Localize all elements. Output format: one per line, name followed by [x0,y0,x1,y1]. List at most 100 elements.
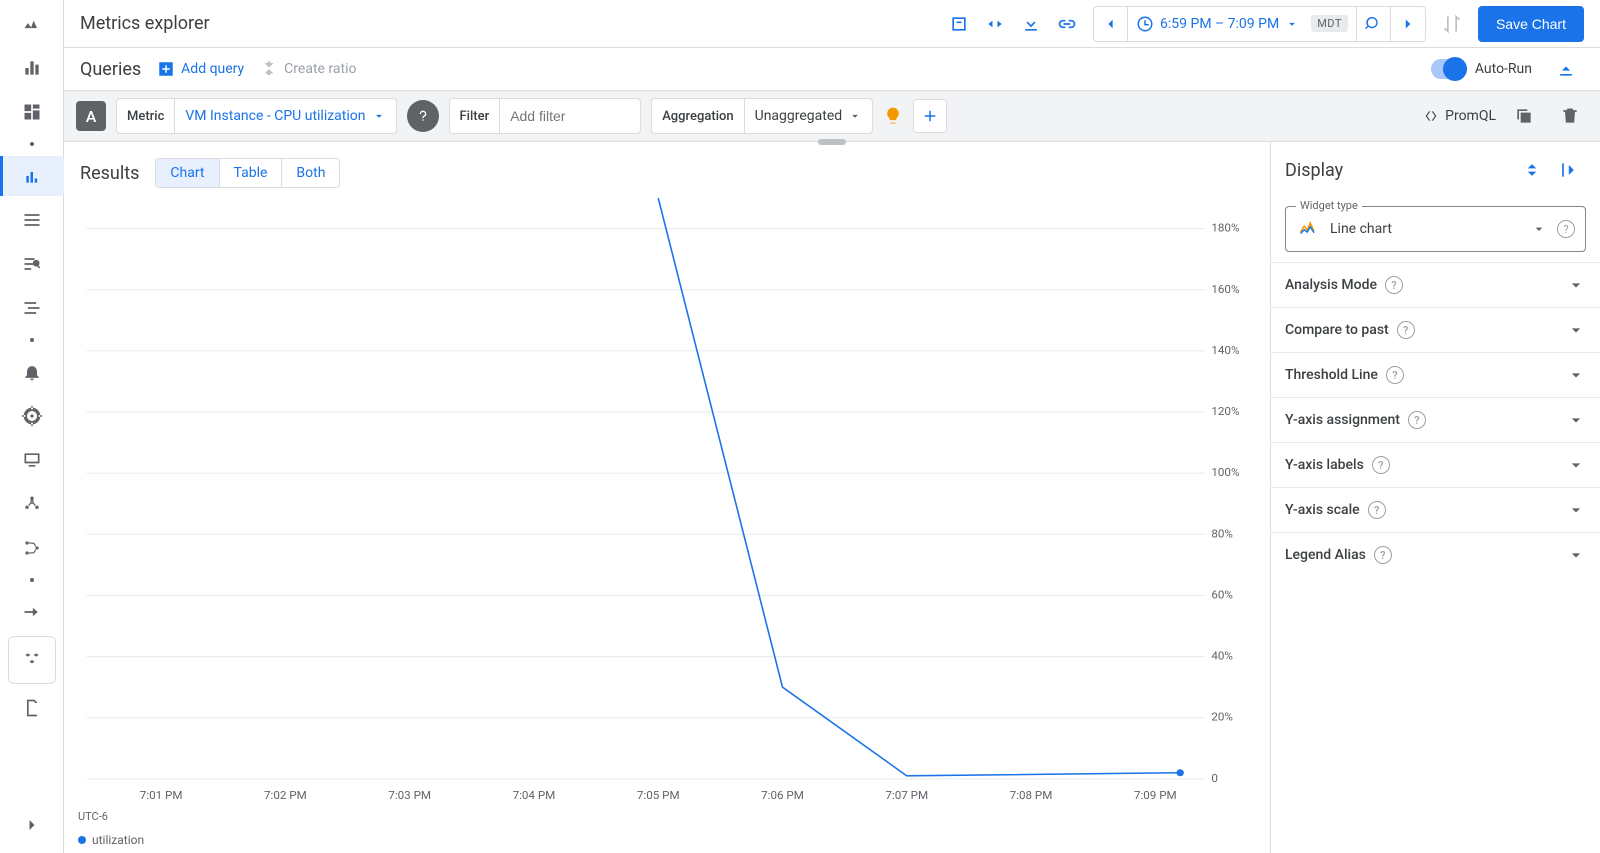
display-panel: Display Widget type Line chart ? Analysi… [1270,142,1600,853]
queries-title: Queries [80,59,141,80]
rail-item-monitoring[interactable] [8,4,56,44]
chevron-left-icon [1102,15,1119,33]
auto-run-switch[interactable] [1431,59,1467,79]
dropdown-caret-icon [372,109,386,123]
svg-text:7:03 PM: 7:03 PM [388,788,431,802]
time-range-value-button[interactable]: 6:59 PM – 7:09 PM MDT [1128,7,1357,41]
section-yaxis-assignment[interactable]: Y-axis assignment ? [1271,397,1600,442]
time-range-prev-button[interactable] [1094,7,1128,41]
section-legend-alias[interactable]: Legend Alias ? [1271,532,1600,577]
filter-input[interactable] [500,99,640,133]
rail-item-log-analytics[interactable] [8,244,56,284]
aggregation-field-label: Aggregation [652,99,744,133]
code-button[interactable] [977,6,1013,42]
svg-text:60%: 60% [1211,588,1233,602]
section-analysis-mode[interactable]: Analysis Mode ? [1271,262,1600,307]
add-query-label: Add query [181,61,244,77]
rail-item-dashboards[interactable] [8,92,56,132]
compare-disabled-button[interactable] [1434,6,1470,42]
question-icon [415,108,431,124]
monitor-icon [22,450,42,470]
widget-type-select[interactable]: Widget type Line chart ? [1285,206,1586,252]
collapse-queries-button[interactable] [1548,51,1584,87]
rail-expand-button[interactable] [8,805,56,845]
rail-item-overview[interactable] [8,48,56,88]
section-yaxis-scale[interactable]: Y-axis scale ? [1271,487,1600,532]
link-icon [1057,14,1077,34]
aggregation-value-button[interactable]: Unaggregated [745,108,873,124]
help-icon[interactable]: ? [1368,501,1386,519]
chevron-down-icon [1566,410,1586,430]
download-icon [1021,14,1041,34]
aggregation-hint-button[interactable] [883,106,903,126]
bell-icon [22,362,42,382]
plus-box-icon [157,60,175,78]
delete-query-button[interactable] [1552,98,1588,134]
code-icon [985,14,1005,34]
duplicate-query-button[interactable] [1506,98,1542,134]
svg-text:80%: 80% [1211,527,1233,541]
filter-field-label: Filter [450,99,501,133]
create-ratio-label: Create ratio [284,61,356,77]
help-icon[interactable]: ? [1372,456,1390,474]
create-ratio-button[interactable]: Create ratio [260,60,356,78]
rail-item-slo[interactable] [8,528,56,568]
display-collapse-button[interactable] [1550,152,1586,188]
rail-item-metrics-explorer[interactable] [0,156,64,196]
tab-table[interactable]: Table [220,159,283,187]
chevron-down-icon [1566,455,1586,475]
section-threshold[interactable]: Threshold Line ? [1271,352,1600,397]
metric-value-text: VM Instance - CPU utilization [185,108,365,124]
aggregation-value-text: Unaggregated [755,108,843,124]
queries-bar: Queries Add query Create ratio Auto-Run [64,48,1600,90]
help-icon[interactable]: ? [1374,546,1392,564]
chart-plot[interactable]: 020%40%60%80%100%120%140%160%180%7:01 PM… [76,192,1260,805]
rail-item-groups[interactable] [8,636,56,684]
rail-item-error-reporting[interactable] [8,396,56,436]
promql-button[interactable]: PromQL [1423,108,1496,124]
rail-item-trace[interactable] [8,288,56,328]
download-button[interactable] [1013,6,1049,42]
svg-text:7:04 PM: 7:04 PM [513,788,556,802]
tab-chart[interactable]: Chart [156,159,219,187]
section-label: Y-axis labels [1285,457,1364,473]
rail-item-integrations[interactable] [8,592,56,632]
tab-both[interactable]: Both [282,159,339,187]
rail-item-synthetic[interactable] [8,484,56,524]
time-range-next-button[interactable] [1391,7,1425,41]
svg-text:100%: 100% [1211,465,1239,479]
chevron-down-icon [1566,320,1586,340]
rail-item-logs[interactable] [8,200,56,240]
metric-help-button[interactable] [407,100,439,132]
section-yaxis-labels[interactable]: Y-axis labels ? [1271,442,1600,487]
save-chart-button[interactable]: Save Chart [1478,6,1584,42]
share-query-button[interactable] [941,6,977,42]
collapse-right-icon [1558,160,1578,180]
help-icon[interactable]: ? [1408,411,1426,429]
log-search-icon [22,254,42,274]
chart-legend[interactable]: utilization [78,833,144,847]
metric-field-value-button[interactable]: VM Instance - CPU utilization [175,108,395,124]
svg-text:7:01 PM: 7:01 PM [140,788,183,802]
rail-item-alerting[interactable] [8,352,56,392]
auto-run-toggle-area: Auto-Run [1431,51,1584,87]
help-icon[interactable]: ? [1385,276,1403,294]
add-query-button[interactable]: Add query [157,60,244,78]
time-range-picker: 6:59 PM – 7:09 PM MDT [1093,6,1426,42]
help-icon[interactable]: ? [1386,366,1404,384]
section-label: Y-axis scale [1285,502,1360,518]
display-sort-button[interactable] [1514,152,1550,188]
widget-type-help[interactable]: ? [1557,220,1575,238]
query-chip-a[interactable]: A [76,101,106,131]
time-range-search-button[interactable] [1357,7,1391,41]
rail-item-permissions[interactable] [8,688,56,728]
help-icon[interactable]: ? [1397,321,1415,339]
add-query-row-button[interactable] [913,99,947,133]
promql-label: PromQL [1445,108,1496,124]
rail-item-uptime[interactable] [8,440,56,480]
dashboards-icon [22,102,42,122]
link-button[interactable] [1049,6,1085,42]
section-compare-past[interactable]: Compare to past ? [1271,307,1600,352]
svg-text:7:08 PM: 7:08 PM [1010,788,1053,802]
clock-icon [1136,15,1154,33]
